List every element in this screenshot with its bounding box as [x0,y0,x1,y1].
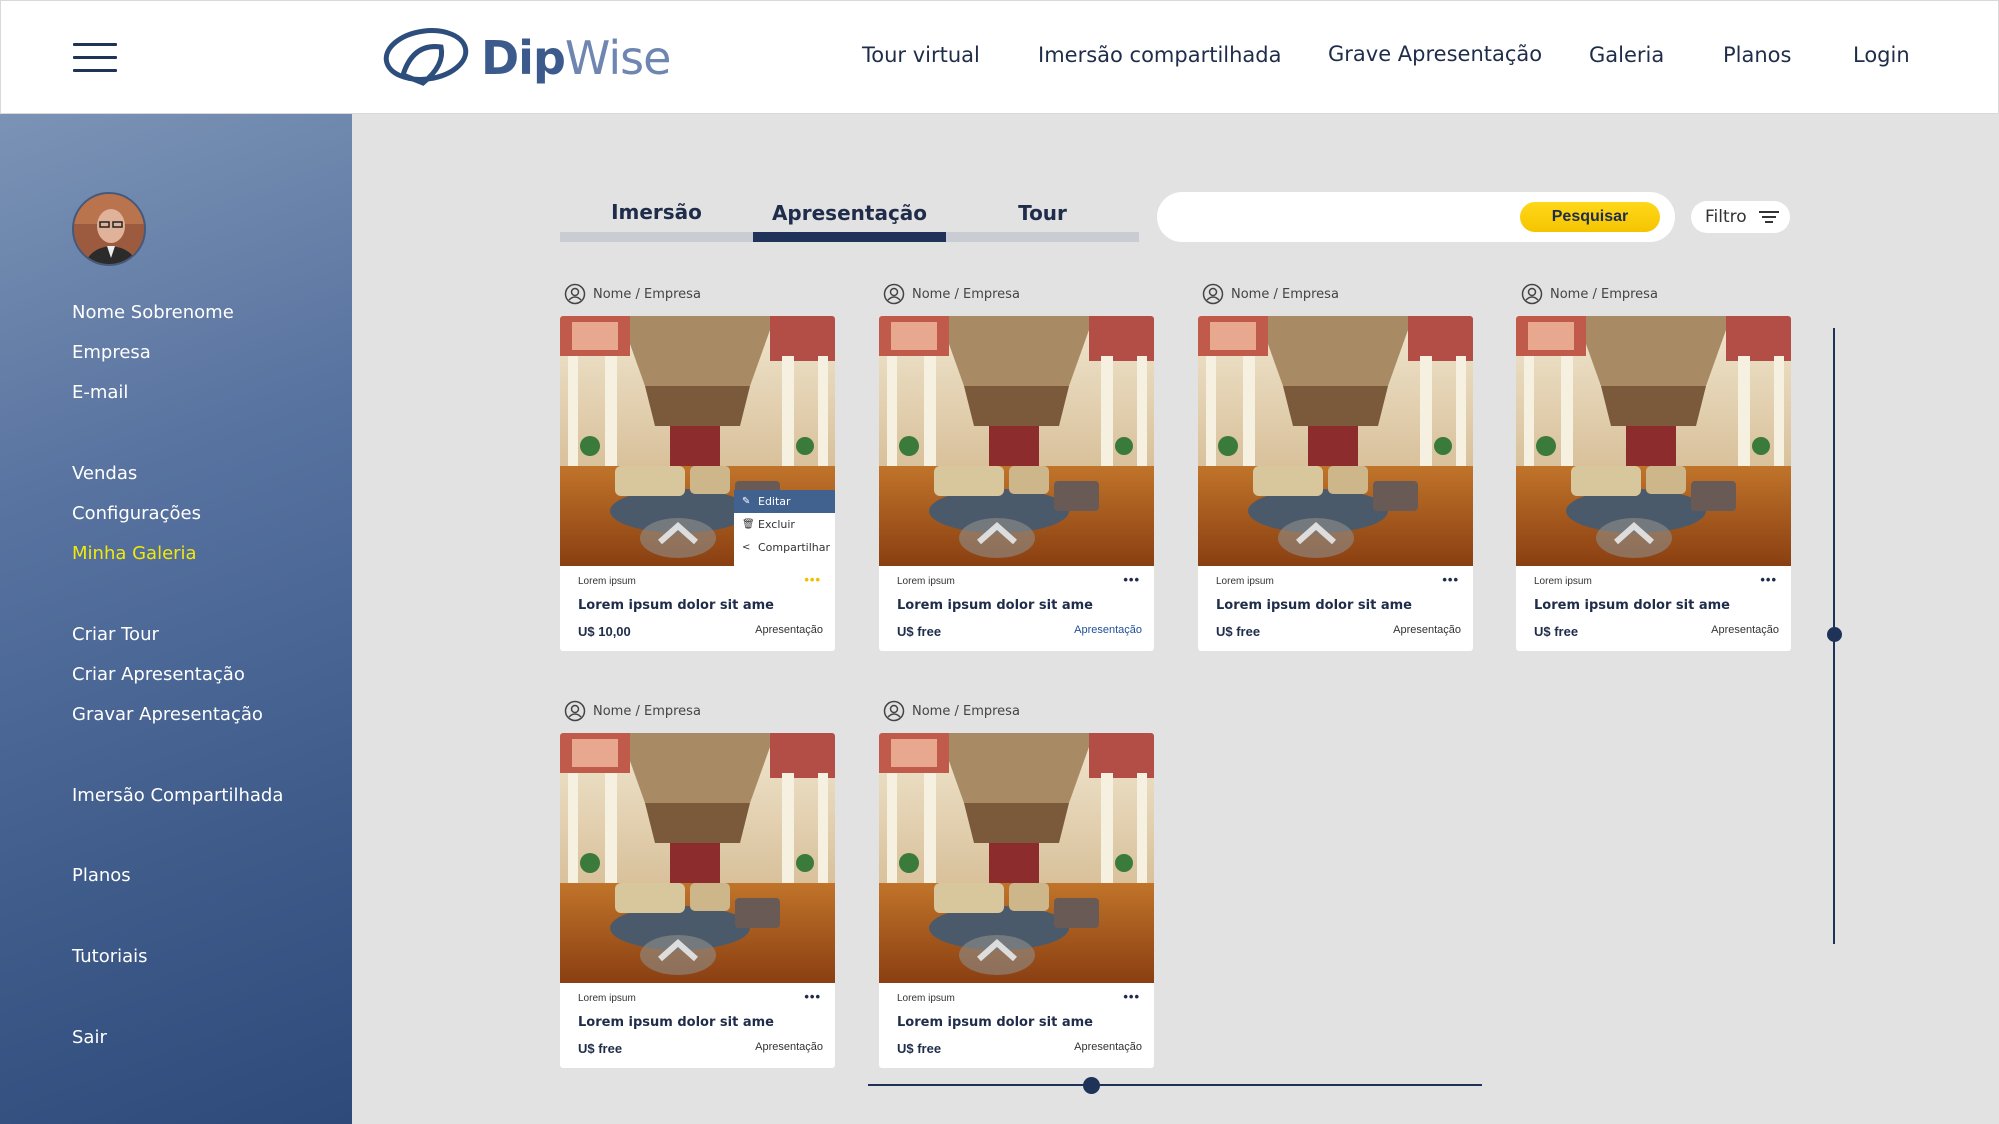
dipwise-logo[interactable]: DipWise [383,23,671,93]
sidebar-item-imersao-compartilhada[interactable]: Imersão Compartilhada [72,785,283,806]
card-owner[interactable]: Nome / Empresa [1202,283,1339,305]
sidebar-item-gravar-apresentacao[interactable]: Gravar Apresentação [72,704,263,725]
card-thumbnail[interactable] [1516,316,1791,566]
card-title: Lorem ipsum dolor sit ame [578,1015,774,1030]
gallery-card[interactable]: Lorem ipsum ••• Lorem ipsum dolor sit am… [879,733,1154,1068]
gallery-tabs: Imersão Apresentação Tour [560,190,1140,242]
search-bar: Pesquisar [1157,192,1675,242]
gallery-card[interactable]: Lorem ipsum ••• Lorem ipsum dolor sit am… [879,316,1154,651]
card-category: Lorem ipsum [1534,576,1592,587]
user-icon [564,700,586,722]
card-title: Lorem ipsum dolor sit ame [578,598,774,613]
search-input[interactable] [1177,204,1467,230]
tab-apresentacao[interactable]: Apresentação [753,190,946,242]
profile-company: Empresa [72,342,151,363]
sidebar-item-configuracoes[interactable]: Configurações [72,503,201,524]
menu-item-compartilhar[interactable]: < Compartilhar [734,536,835,559]
card-title: Lorem ipsum dolor sit ame [1534,598,1730,613]
sidebar-item-criar-tour[interactable]: Criar Tour [72,624,159,645]
filter-label: Filtro [1705,207,1747,227]
avatar[interactable] [72,192,146,266]
card-owner[interactable]: Nome / Empresa [564,283,701,305]
card-type: Apresentação [1393,624,1461,636]
gallery-card[interactable]: Lorem ipsum ••• Lorem ipsum dolor sit am… [1198,316,1473,651]
top-header: DipWise Tour virtual Imersão compartilha… [0,0,1999,114]
nav-imersao-compartilhada[interactable]: Imersão compartilhada [1038,43,1282,67]
user-icon [564,283,586,305]
filter-icon [1758,208,1779,226]
more-options-icon[interactable]: ••• [804,989,821,1004]
user-icon [1521,283,1543,305]
gallery-card[interactable]: Lorem ipsum ••• Lorem ipsum dolor sit am… [560,733,835,1068]
vertical-scrollbar-thumb[interactable] [1827,627,1842,642]
pencil-icon: ✎ [742,496,751,507]
profile-name: Nome Sobrenome [72,302,234,323]
nav-login[interactable]: Login [1853,43,1910,67]
card-category: Lorem ipsum [1216,576,1274,587]
card-type: Apresentação [1074,624,1142,636]
horizontal-scrollbar-thumb[interactable] [1083,1077,1100,1094]
sidebar-item-tutoriais[interactable]: Tutoriais [72,946,148,967]
trash-icon: 🗑 [742,519,755,530]
card-category: Lorem ipsum [897,993,955,1004]
nav-planos[interactable]: Planos [1723,43,1791,67]
card-type: Apresentação [755,1041,823,1053]
card-thumbnail[interactable] [1198,316,1473,566]
card-thumbnail[interactable] [879,733,1154,983]
card-price: U$ free [1216,624,1261,639]
horizontal-scrollbar-track[interactable] [868,1084,1482,1086]
sidebar-item-planos[interactable]: Planos [72,865,131,886]
card-owner[interactable]: Nome / Empresa [1521,283,1658,305]
logo-text: DipWise [481,31,671,85]
gallery-card[interactable]: ✎ Editar 🗑 Excluir < Compartilhar Lorem ips… [560,316,835,651]
more-options-icon[interactable]: ••• [804,572,821,587]
card-owner[interactable]: Nome / Empresa [883,283,1020,305]
logo-mark-icon [383,28,469,86]
card-price: U$ 10,00 [578,624,631,639]
card-thumbnail[interactable] [879,316,1154,566]
card-category: Lorem ipsum [897,576,955,587]
sidebar: Nome Sobrenome Empresa E-mail Vendas Con… [0,114,352,1124]
filter-button[interactable]: Filtro [1691,201,1790,233]
hamburger-menu-icon[interactable] [73,43,117,73]
more-options-icon[interactable]: ••• [1123,572,1140,587]
user-icon [883,700,905,722]
share-icon: < [742,542,751,553]
more-options-icon[interactable]: ••• [1442,572,1459,587]
card-context-menu: ✎ Editar 🗑 Excluir < Compartilhar [734,490,835,566]
tab-imersao[interactable]: Imersão [560,190,753,242]
nav-galeria[interactable]: Galeria [1589,43,1664,67]
card-price: U$ free [1534,624,1579,639]
menu-item-editar[interactable]: ✎ Editar [734,490,835,513]
profile-email: E-mail [72,382,129,403]
gallery-card[interactable]: Lorem ipsum ••• Lorem ipsum dolor sit am… [1516,316,1791,651]
card-owner[interactable]: Nome / Empresa [883,700,1020,722]
card-price: U$ free [897,624,942,639]
more-options-icon[interactable]: ••• [1760,572,1777,587]
card-price: U$ free [578,1041,623,1056]
card-owner[interactable]: Nome / Empresa [564,700,701,722]
card-type: Apresentação [1074,1041,1142,1053]
card-title: Lorem ipsum dolor sit ame [897,1015,1093,1030]
card-type: Apresentação [1711,624,1779,636]
card-thumbnail[interactable] [560,733,835,983]
card-price: U$ free [897,1041,942,1056]
card-category: Lorem ipsum [578,576,636,587]
user-icon [1202,283,1224,305]
search-button[interactable]: Pesquisar [1520,202,1660,232]
nav-grave-apresentacao[interactable]: Grave Apresentação [1328,42,1542,66]
sidebar-item-criar-apresentacao[interactable]: Criar Apresentação [72,664,245,685]
sidebar-item-vendas[interactable]: Vendas [72,463,137,484]
card-title: Lorem ipsum dolor sit ame [1216,598,1412,613]
user-icon [883,283,905,305]
more-options-icon[interactable]: ••• [1123,989,1140,1004]
card-type: Apresentação [755,624,823,636]
tab-tour[interactable]: Tour [946,190,1139,242]
card-title: Lorem ipsum dolor sit ame [897,598,1093,613]
menu-item-excluir[interactable]: 🗑 Excluir [734,513,835,536]
card-category: Lorem ipsum [578,993,636,1004]
sidebar-item-minha-galeria[interactable]: Minha Galeria [72,543,197,564]
nav-tour-virtual[interactable]: Tour virtual [862,43,980,67]
sidebar-item-sair[interactable]: Sair [72,1027,107,1048]
